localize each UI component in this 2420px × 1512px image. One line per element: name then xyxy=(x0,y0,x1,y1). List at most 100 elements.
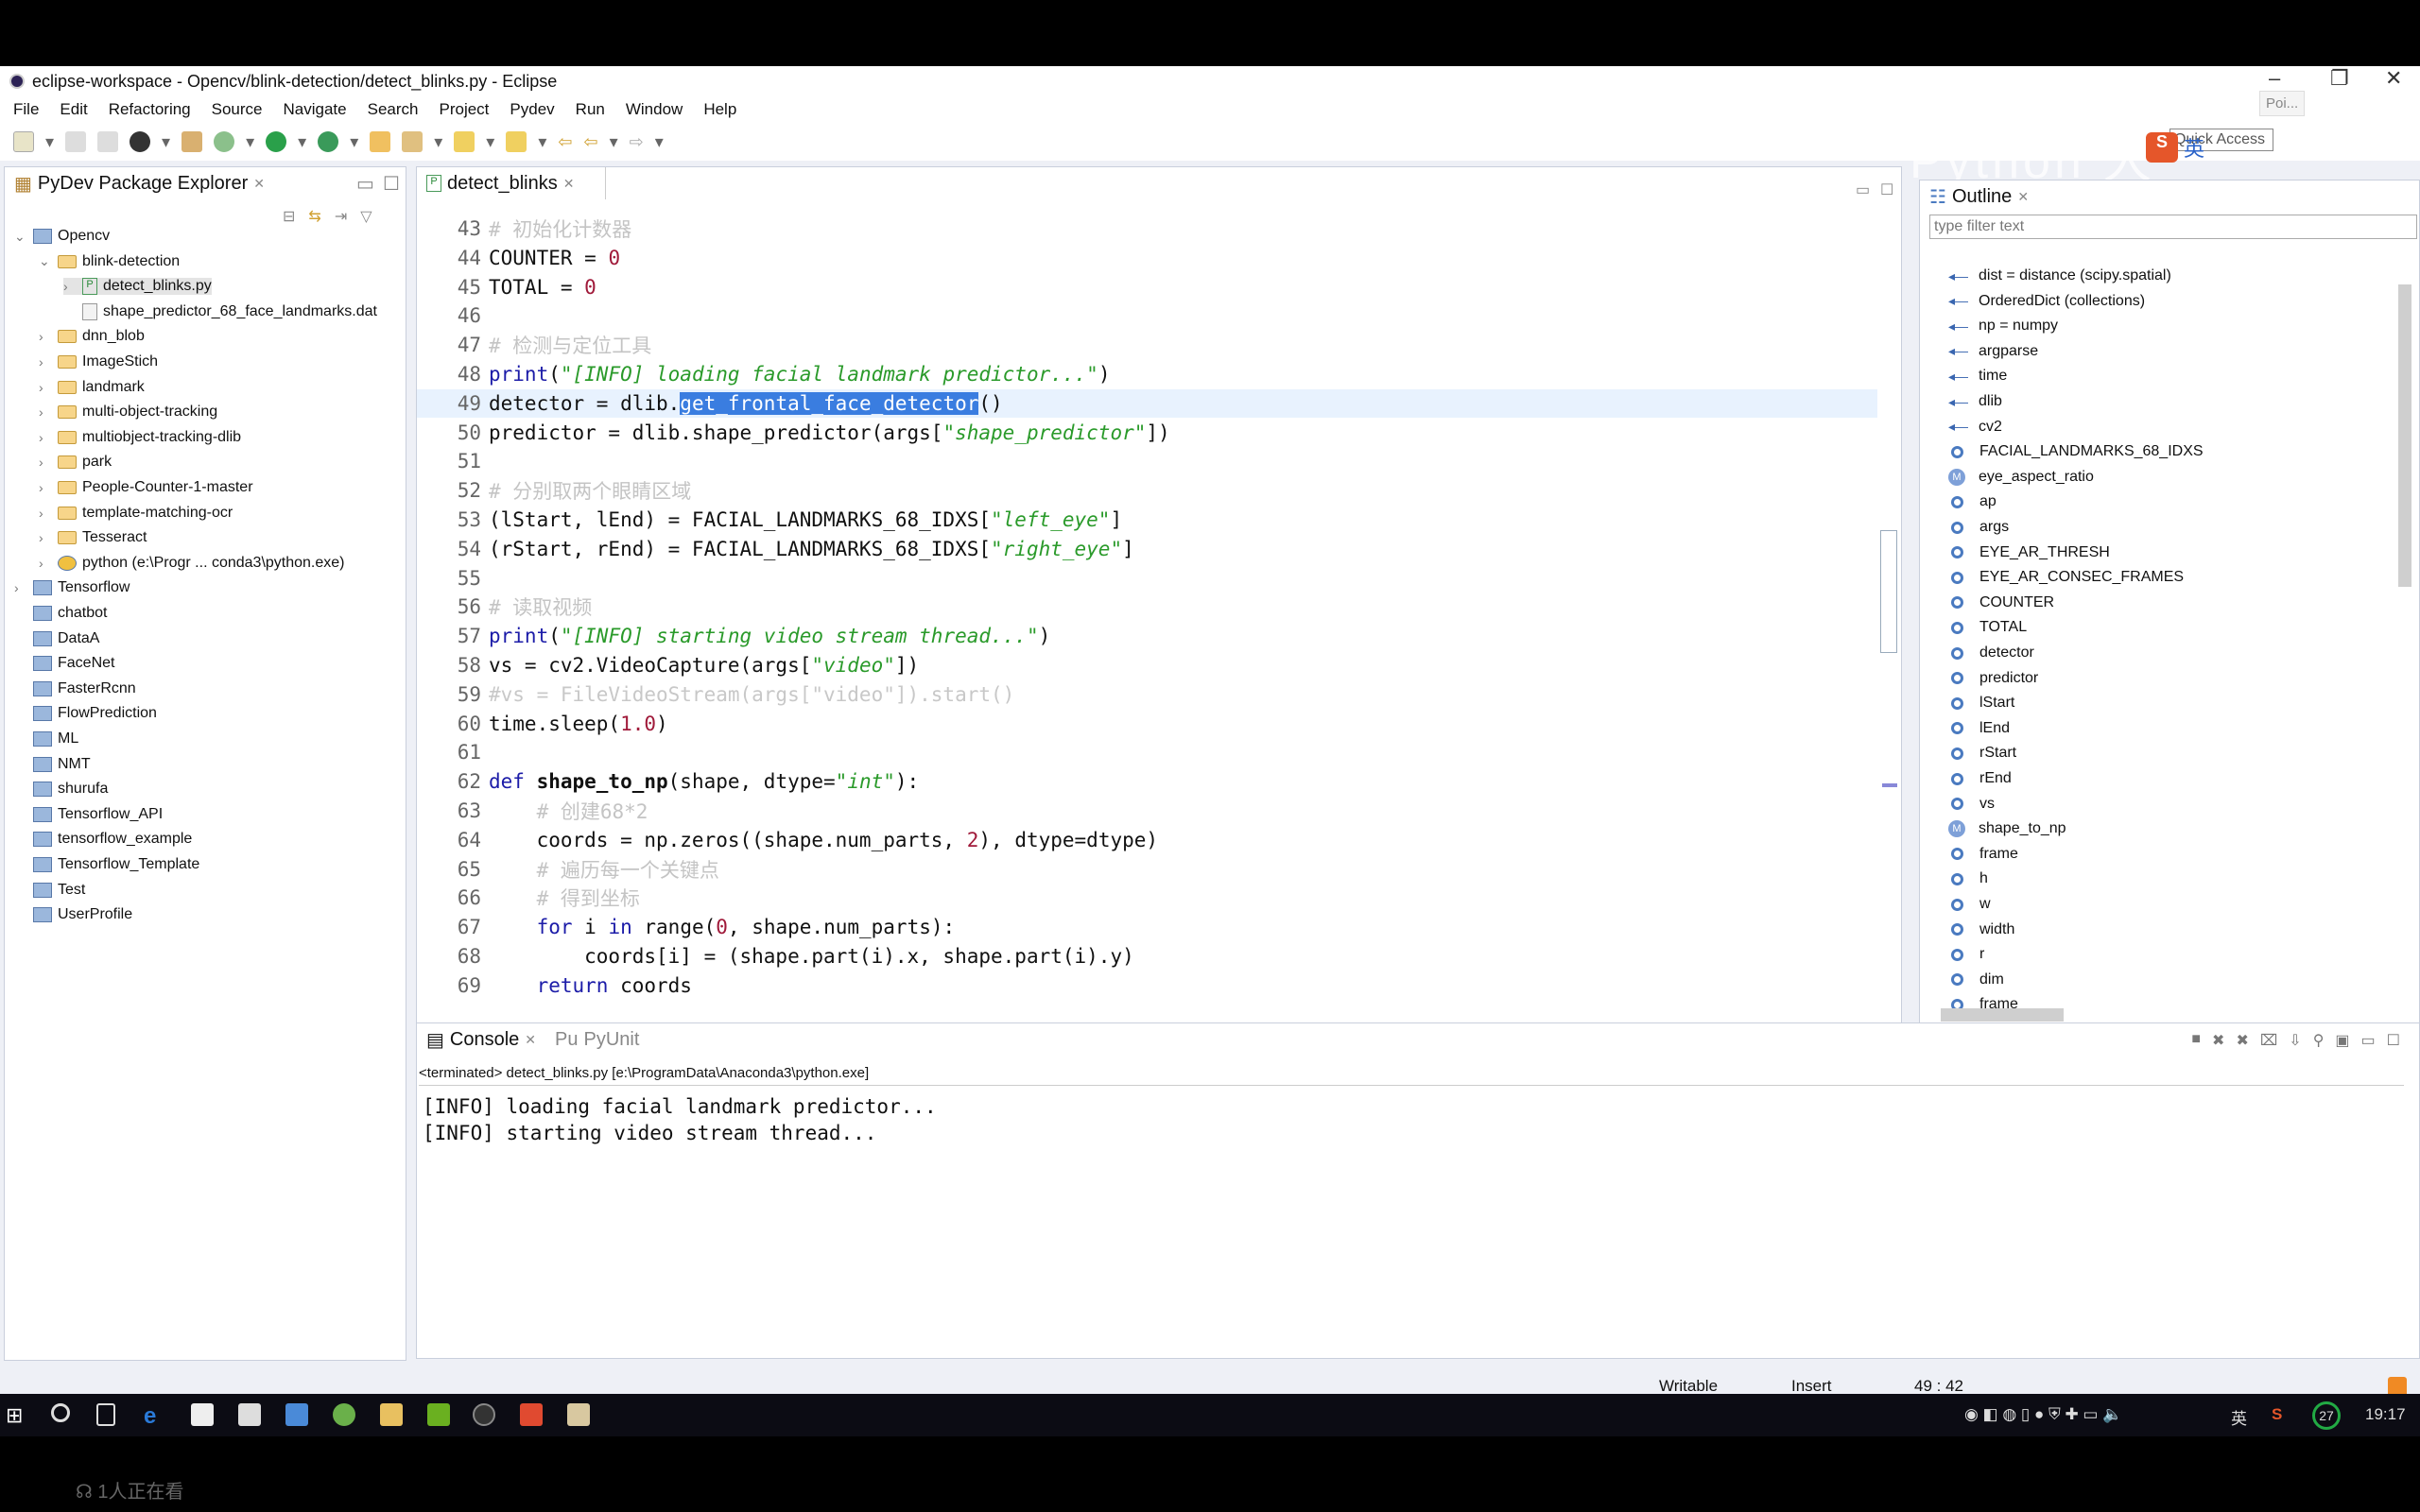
tree-item[interactable]: ⌄ Opencv xyxy=(14,228,110,245)
filter-icon[interactable]: ⇥ xyxy=(335,207,347,226)
tree-item[interactable]: Tensorflow_API xyxy=(14,806,163,823)
outline-item[interactable]: COUNTER xyxy=(1948,594,2054,611)
perspective-icon[interactable] xyxy=(130,131,151,152)
tab-pyunit[interactable]: PyUnit xyxy=(584,1029,640,1051)
code-line[interactable]: 52 # 分别取两个眼睛区域 xyxy=(417,476,1877,505)
menu-file[interactable]: File xyxy=(13,100,39,119)
minimize-view-icon[interactable]: ▭ xyxy=(2361,1031,2376,1050)
open-console-icon[interactable]: ▣ xyxy=(2335,1031,2349,1050)
outline-item[interactable]: rEnd xyxy=(1948,770,2012,787)
menu-edit[interactable]: Edit xyxy=(60,100,87,119)
notification-badge[interactable]: 27 xyxy=(2312,1401,2341,1430)
tree-item[interactable]: › python (e:\Progr ... conda3\python.exe) xyxy=(39,555,345,572)
package-explorer-tab[interactable]: ▦ PyDev Package Explorer ✕ ▭ ☐ xyxy=(5,167,406,199)
tree-item[interactable]: › landmark xyxy=(39,379,145,396)
eclipse-taskbar-icon[interactable] xyxy=(473,1403,495,1426)
code-line[interactable]: 53 (lStart, lEnd) = FACIAL_LANDMARKS_68_I… xyxy=(417,506,1877,534)
code-line[interactable]: 69 return coords xyxy=(417,971,1877,1000)
outline-tab[interactable]: ☷ Outline ✕ xyxy=(1920,180,2419,213)
remove-launch-icon[interactable]: ✖ xyxy=(2212,1031,2224,1050)
chevron-icon[interactable]: ⌄ xyxy=(39,253,52,269)
minimize-view-icon[interactable]: ▭ xyxy=(1856,180,1870,199)
tree-item[interactable]: UserProfile xyxy=(14,906,132,923)
clock[interactable]: 19:17 xyxy=(2365,1405,2406,1424)
tree-item[interactable]: › ImageStich xyxy=(39,353,158,370)
code-line[interactable]: 45 TOTAL = 0 xyxy=(417,273,1877,301)
code-line[interactable]: 60 time.sleep(1.0) xyxy=(417,710,1877,738)
outline-item[interactable]: width xyxy=(1948,921,2014,938)
outline-item[interactable]: ◂— dist = distance (scipy.spatial) xyxy=(1948,267,2171,284)
chevron-icon[interactable]: › xyxy=(39,404,52,420)
new-icon[interactable] xyxy=(13,131,34,152)
menu-window[interactable]: Window xyxy=(626,100,683,119)
file-explorer-icon[interactable] xyxy=(380,1403,403,1426)
chevron-icon[interactable]: › xyxy=(39,556,52,571)
view-menu-icon[interactable]: ▽ xyxy=(360,207,372,226)
code-line[interactable]: 63 # 创建68*2 xyxy=(417,797,1877,825)
menu-refactoring[interactable]: Refactoring xyxy=(109,100,191,119)
maximize-view-icon[interactable]: ☐ xyxy=(1880,180,1893,199)
tree-item[interactable]: NMT xyxy=(14,756,91,773)
prev-annotation-icon[interactable] xyxy=(506,131,527,152)
tray-language[interactable]: 英 xyxy=(2231,1405,2247,1429)
outline-item[interactable]: FACIAL_LANDMARKS_68_IDXS xyxy=(1948,443,2204,460)
clear-console-icon[interactable]: ⌧ xyxy=(2260,1031,2277,1050)
menu-pydev[interactable]: Pydev xyxy=(510,100,554,119)
outline-item[interactable]: vs xyxy=(1948,796,1995,813)
back-icon[interactable]: ⇦ xyxy=(583,132,597,152)
save-all-icon[interactable] xyxy=(97,131,119,152)
code-line[interactable]: 48 print("[INFO] loading facial landmark … xyxy=(417,360,1877,388)
tree-item[interactable]: ML xyxy=(14,730,78,747)
code-line[interactable]: 62 def shape_to_np (shape, dtype= "int"): xyxy=(417,767,1877,796)
tree-item[interactable]: › Tesseract xyxy=(39,529,147,546)
store-icon[interactable] xyxy=(191,1403,214,1426)
overview-ruler-thumb[interactable] xyxy=(1880,530,1897,653)
outline-filter-input[interactable]: type filter text xyxy=(1929,215,2417,239)
outline-item[interactable]: ◂— dlib xyxy=(1948,393,2002,410)
pen-icon[interactable] xyxy=(402,131,424,152)
camtasia-recorder-icon[interactable] xyxy=(520,1403,543,1426)
outline-item[interactable]: rStart xyxy=(1948,745,2016,762)
tree-item[interactable]: DataA xyxy=(14,630,99,647)
scroll-lock-icon[interactable]: ⇩ xyxy=(2289,1031,2301,1050)
tree-item[interactable]: › Tensorflow xyxy=(14,579,130,596)
camtasia-icon[interactable] xyxy=(427,1403,450,1426)
outline-item[interactable]: TOTAL xyxy=(1948,619,2027,636)
code-line[interactable]: 43 # 初始化计数器 xyxy=(417,215,1877,243)
code-editor[interactable]: 43 # 初始化计数器 44 COUNTER = 0 45 TOTAL = 0 46 47 # … xyxy=(417,215,1892,1160)
tree-item[interactable]: › multi-object-tracking xyxy=(39,404,217,421)
tree-item[interactable]: › park xyxy=(39,454,112,471)
outline-item[interactable]: ◂— time xyxy=(1948,368,2007,385)
chevron-icon[interactable]: › xyxy=(39,480,52,495)
open-type-icon[interactable] xyxy=(182,131,203,152)
next-annotation-icon[interactable] xyxy=(454,131,475,152)
code-line[interactable]: 61 xyxy=(417,738,1877,766)
close-tab-icon[interactable]: ✕ xyxy=(2017,189,2029,205)
debug-icon[interactable] xyxy=(214,131,235,152)
tree-item[interactable]: tensorflow_example xyxy=(14,831,192,848)
minimize-view-icon[interactable]: ▭ xyxy=(356,172,374,196)
code-line[interactable]: 59 #vs = FileVideoStream(args["video"]).s… xyxy=(417,680,1877,709)
code-line[interactable]: 65 # 遍历每一个关键点 xyxy=(417,855,1877,884)
outline-item[interactable]: h xyxy=(1948,870,1988,887)
mail-icon[interactable] xyxy=(238,1403,261,1426)
tree-item[interactable]: shape_predictor_68_face_landmarks.dat xyxy=(63,302,377,320)
tab-console[interactable]: Console xyxy=(450,1029,519,1051)
tree-item[interactable]: › Pdetect_blinks.py xyxy=(63,278,212,296)
code-line[interactable]: 44 COUNTER = 0 xyxy=(417,244,1877,272)
outline-item[interactable]: dim xyxy=(1948,971,2004,988)
code-line[interactable]: 55 xyxy=(417,564,1877,593)
close-tab-icon[interactable]: ✕ xyxy=(563,176,575,192)
code-line[interactable]: 68 coords[i] = (shape.part(i).x, shape.p… xyxy=(417,942,1877,971)
outline-item[interactable]: args xyxy=(1948,519,2009,536)
menu-search[interactable]: Search xyxy=(368,100,419,119)
outline-item[interactable]: frame xyxy=(1948,846,2018,863)
code-line[interactable]: 57 print("[INFO] starting video stream th… xyxy=(417,622,1877,650)
outline-horizontal-scrollbar[interactable] xyxy=(1929,1008,2393,1022)
code-line[interactable]: 64 coords = np.zeros((shape.num_parts, 2… xyxy=(417,826,1877,854)
menu-navigate[interactable]: Navigate xyxy=(284,100,347,119)
ie-icon[interactable] xyxy=(333,1403,355,1426)
sogou-tray-icon[interactable]: S xyxy=(2272,1405,2282,1424)
last-edit-icon[interactable]: ⇦ xyxy=(558,132,572,152)
menu-project[interactable]: Project xyxy=(440,100,490,119)
